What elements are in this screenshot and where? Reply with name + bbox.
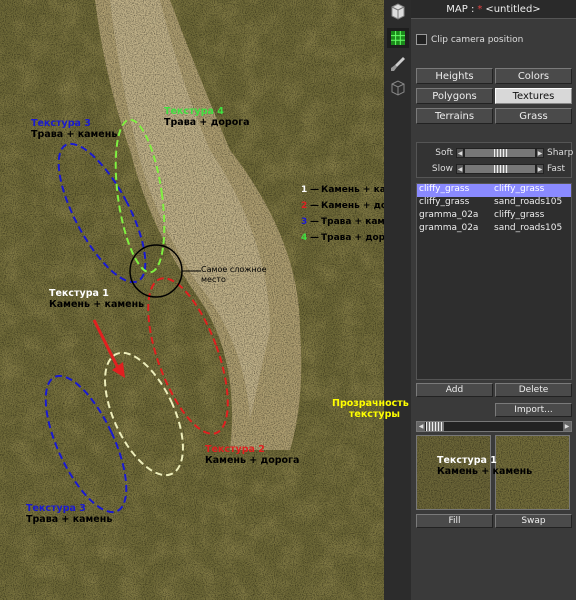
map-title: MAP : * <untitled> [411,0,576,19]
opacity-right-arrow[interactable]: ▶ [563,422,571,431]
softness-thumb[interactable] [494,149,508,157]
tab-heights[interactable]: Heights [416,68,493,84]
unsaved-marker: * [477,3,483,15]
texture-b: sand_roads105 [494,223,563,233]
cube-tool-icon[interactable] [387,78,409,98]
tab-textures[interactable]: Textures [495,88,572,104]
opacity-thumb[interactable] [426,422,444,431]
list-item[interactable]: gramma_02a sand_roads105 [417,223,571,236]
clip-camera-label: Clip camera position [431,34,524,45]
legend-item: 3—Трава + камень [301,217,384,227]
texture-b: cliffy_grass [494,184,545,194]
annotation-opacity: Прозрачность текстуры [332,398,409,420]
speed-slider-row: Slow ◀ ▶ Fast [421,163,565,175]
speed-slider[interactable] [464,164,536,174]
texture-b: cliffy_grass [494,210,545,220]
opacity-left-arrow[interactable]: ◀ [417,422,425,431]
tab-terrains[interactable]: Terrains [416,108,493,124]
legend-item: 2—Камень + дорога [301,201,384,211]
import-button[interactable]: Import... [495,403,572,417]
annotation-texture-1: Текстура 1 Камень + камень [49,288,145,310]
map-viewport[interactable]: Текстура 3 Трава + камень Текстура 4 Тра… [0,0,384,600]
list-item[interactable]: cliffy_grass sand_roads105 [417,197,571,210]
speed-left-arrow[interactable]: ◀ [456,164,464,174]
softness-slider-row: Soft ◀ ▶ Sharp [421,147,573,159]
slow-label: Slow [431,164,453,174]
texture-a: gramma_02a [419,210,479,220]
softness-slider[interactable] [464,148,536,158]
fast-label: Fast [547,164,566,174]
texture-b: sand_roads105 [494,197,563,207]
tool-strip [384,0,412,600]
speed-thumb[interactable] [494,165,508,173]
sharp-label: Sharp [547,148,574,158]
map-name: <untitled> [485,3,541,15]
texture-a: cliffy_grass [419,184,470,194]
map-title-prefix: MAP : [446,3,475,15]
annotation-hardest-place: Самое сложное место [201,265,267,284]
annotation-texture-3-top: Текстура 3 Трава + камень [31,118,118,140]
select-tool-icon[interactable] [387,2,409,22]
annotation-texture-3-bottom: Текстура 3 Трава + камень [26,503,113,525]
tab-grass[interactable]: Grass [495,108,572,124]
texture-a: gramma_02a [419,223,479,233]
clip-camera-checkbox[interactable] [416,34,427,45]
annotation-texture-2: Текстура 2 Камень + дорога [205,444,300,466]
delete-button[interactable]: Delete [495,383,572,397]
legend: 1—Камень + камень 2—Камень + дорога 3—Тр… [301,182,384,246]
soft-label: Soft [435,148,453,158]
add-button[interactable]: Add [416,383,493,397]
annotation-preview: Текстура 1 Камень + камень [437,455,533,477]
grid-tool-icon[interactable] [387,28,409,48]
clip-camera-option[interactable]: Clip camera position [416,34,523,45]
list-item[interactable]: cliffy_grass cliffy_grass [417,184,571,197]
texture-panel: MAP : * <untitled> Clip camera position … [411,0,576,600]
speed-right-arrow[interactable]: ▶ [536,164,544,174]
fill-button[interactable]: Fill [416,514,493,528]
legend-item: 4—Трава + дорога [301,233,384,243]
texture-pair-list[interactable]: cliffy_grass cliffy_grass cliffy_grass san… [416,183,572,380]
texture-opacity-slider[interactable]: ◀ ▶ [416,421,572,432]
softness-right-arrow[interactable]: ▶ [536,148,544,158]
swap-button[interactable]: Swap [495,514,572,528]
brush-settings: Soft ◀ ▶ Sharp Slow ◀ ▶ Fast [416,142,573,178]
brush-tool-icon[interactable] [387,54,409,74]
list-item[interactable]: gramma_02a cliffy_grass [417,210,571,223]
tab-colors[interactable]: Colors [495,68,572,84]
legend-item: 1—Камень + камень [301,185,384,195]
tab-polygons[interactable]: Polygons [416,88,493,104]
texture-a: cliffy_grass [419,197,470,207]
softness-left-arrow[interactable]: ◀ [456,148,464,158]
annotation-texture-4: Текстура 4 Трава + дорога [164,106,250,128]
